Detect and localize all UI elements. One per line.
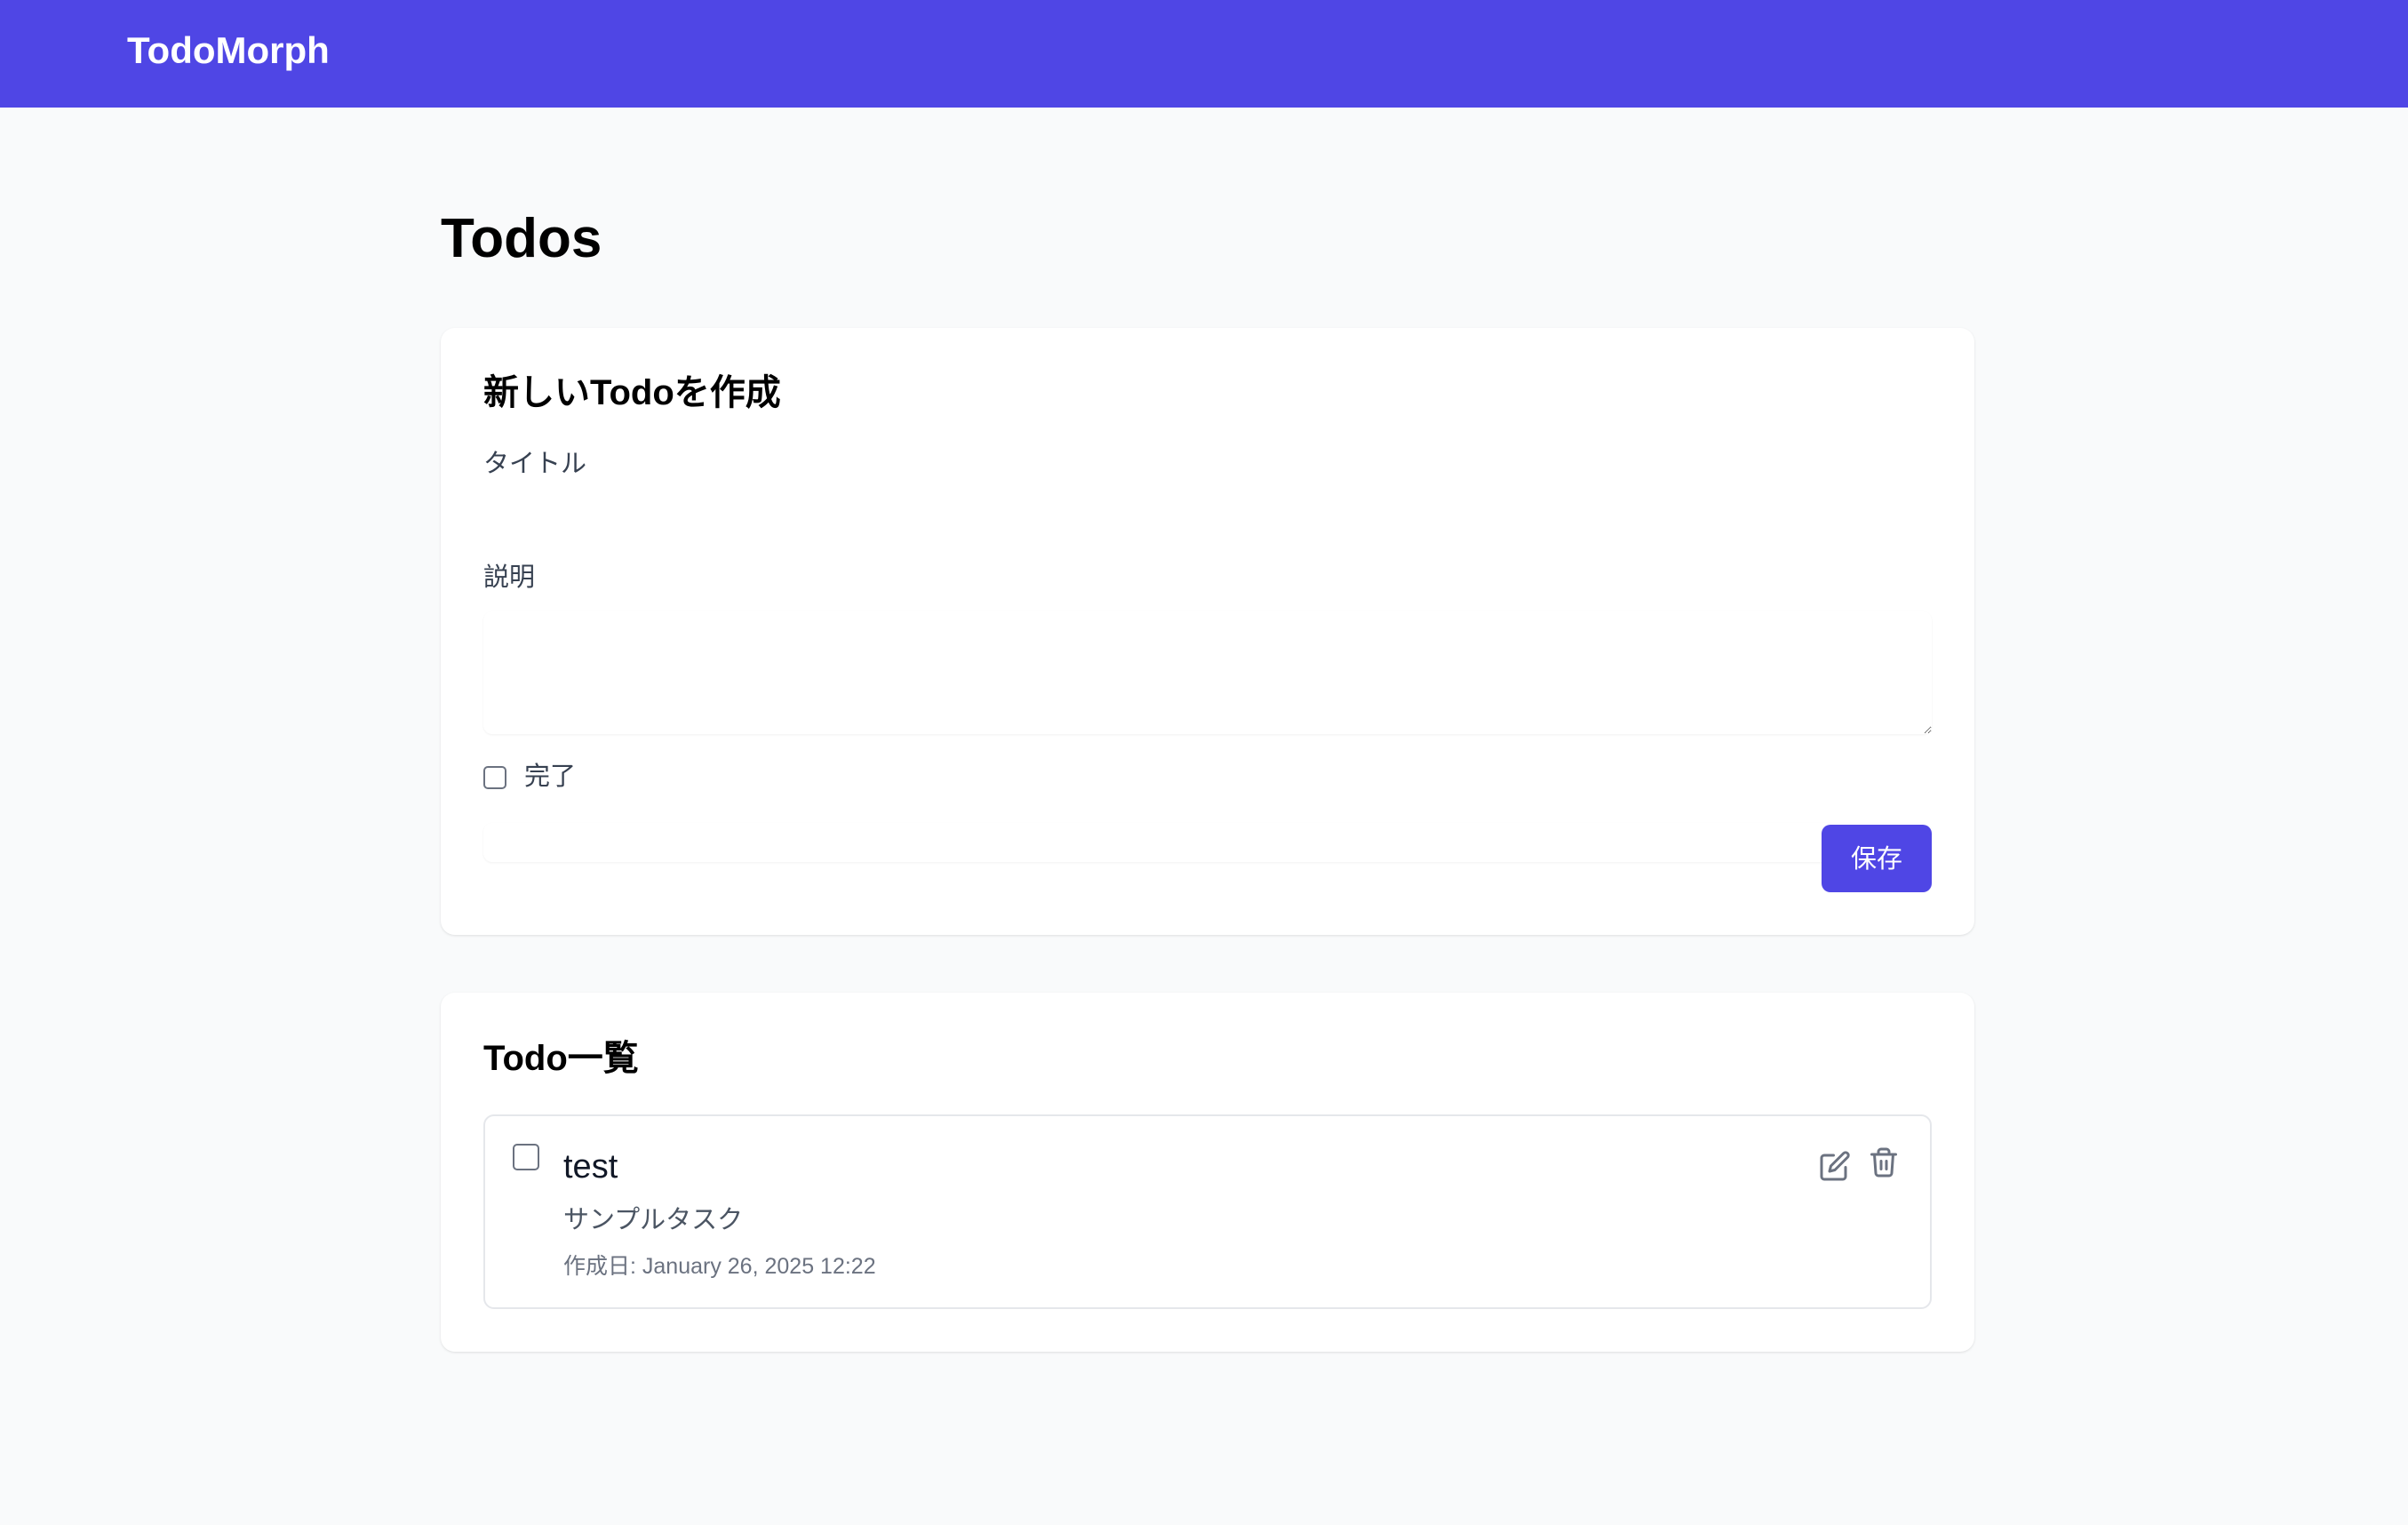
description-label: 説明: [483, 563, 536, 592]
create-todo-heading: 新しいTodoを作成: [483, 373, 781, 412]
completed-label: 完了: [524, 762, 577, 791]
brand-logo[interactable]: TodoMorph: [127, 27, 330, 75]
completed-checkbox[interactable]: [483, 766, 506, 789]
todo-title: test: [563, 1148, 618, 1186]
top-navbar: TodoMorph: [0, 0, 2408, 108]
create-todo-card: 新しいTodoを作成 タイトル 説明 完了 保存: [441, 328, 1974, 935]
edit-icon[interactable]: [1817, 1148, 1853, 1184]
todo-list-heading: Todo一覧: [483, 1039, 639, 1078]
trash-icon[interactable]: [1866, 1145, 1902, 1180]
todo-complete-checkbox[interactable]: [513, 1144, 539, 1170]
title-label: タイトル: [483, 450, 587, 478]
page-title: Todos: [441, 208, 602, 269]
todo-description: サンプルタスク: [563, 1206, 744, 1234]
todo-created-date: 作成日: January 26, 2025 12:22: [563, 1254, 876, 1279]
save-button[interactable]: 保存: [1822, 825, 1932, 892]
title-input[interactable]: [483, 823, 1932, 862]
list-item: test サンプルタスク 作成日: January 26, 2025 12:22: [483, 1114, 1932, 1309]
todo-list-card: Todo一覧 test サンプルタスク 作成日: January 26, 202…: [441, 993, 1974, 1352]
description-textarea[interactable]: [483, 611, 1932, 734]
